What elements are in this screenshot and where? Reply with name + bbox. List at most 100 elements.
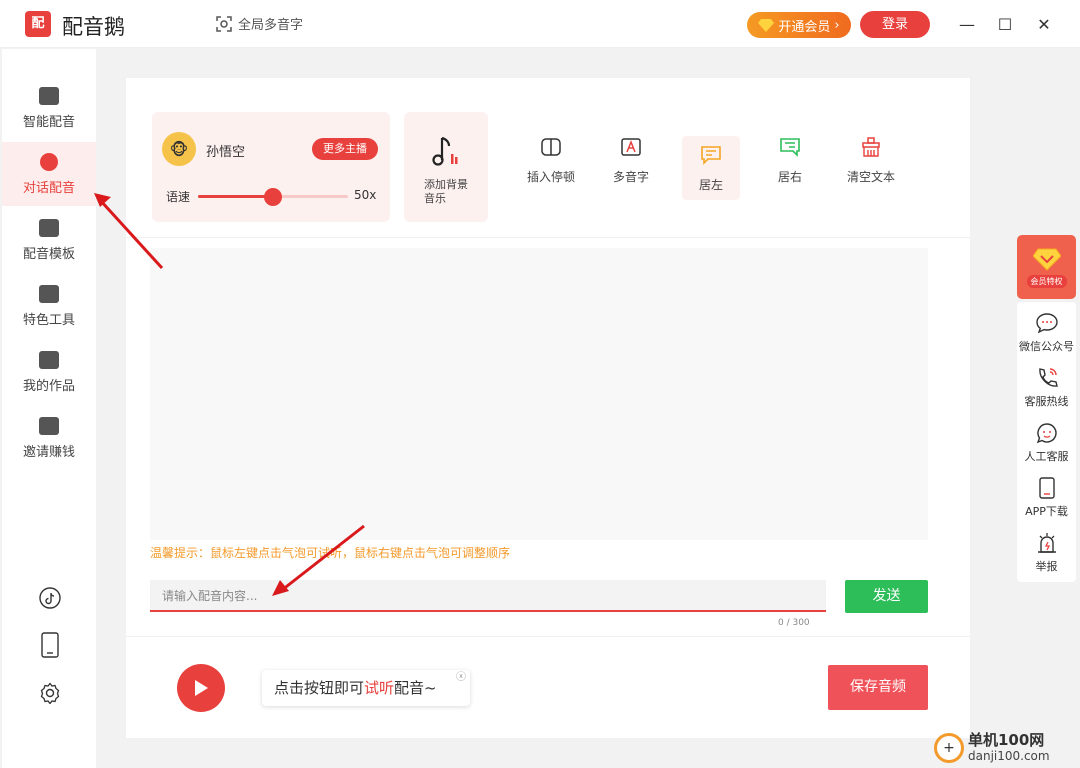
app-name: 配音鹅 <box>62 15 125 39</box>
voice-name: 孙悟空 <box>206 145 246 160</box>
service-hotline-button[interactable]: 客服热线 <box>1017 367 1076 409</box>
right-bar-label: 微信公众号 <box>1019 340 1074 353</box>
save-audio-button[interactable]: 保存音频 <box>828 665 928 710</box>
speed-slider-fill <box>198 195 273 198</box>
speed-slider-thumb[interactable] <box>264 188 282 206</box>
char-count: 0 / 300 <box>778 618 810 628</box>
folder-icon <box>39 350 59 369</box>
preview-tip-bubble: 点击按钮即可试听配音~ ⓧ <box>262 670 470 706</box>
divider <box>126 237 970 238</box>
sidebar-item-label: 智能配音 <box>22 114 75 130</box>
mobile-icon[interactable] <box>38 632 62 658</box>
align-right-button[interactable]: 居右 <box>774 136 806 200</box>
tool-label: 居左 <box>698 178 723 192</box>
speed-label: 语速 <box>166 190 191 204</box>
site-watermark: + 单机100网 danji100.com <box>934 728 1080 768</box>
align-left-bubble-icon <box>700 144 722 166</box>
right-bar-label: 人工客服 <box>1024 450 1069 463</box>
sidebar-item-invite-earn[interactable]: 邀请赚钱 <box>2 406 96 470</box>
sidebar-item-dubbing-template[interactable]: 配音模板 <box>2 208 96 272</box>
report-button[interactable]: 举报 <box>1017 532 1076 574</box>
add-bgm-button[interactable]: 添加背景音乐 <box>404 112 488 222</box>
global-polyphonic-button[interactable]: 全局多音字 <box>216 14 303 33</box>
tiktok-icon[interactable] <box>38 586 62 610</box>
watermark-name: 单机100网 <box>968 731 1045 749</box>
money-bag-icon <box>39 416 59 435</box>
human-service-button[interactable]: 人工客服 <box>1017 422 1076 464</box>
voice-avatar[interactable]: 🐵 <box>162 132 196 166</box>
close-icon[interactable]: ⓧ <box>456 660 466 696</box>
bubble-text: 点击按钮即可 <box>274 679 365 697</box>
more-anchors-button[interactable]: 更多主播 <box>312 138 378 160</box>
sidebar-item-label: 对话配音 <box>22 180 75 196</box>
watermark-url: danji100.com <box>968 749 1050 763</box>
wechat-official-button[interactable]: 微信公众号 <box>1017 312 1076 354</box>
scan-icon <box>216 15 232 32</box>
mobile-icon <box>1038 477 1055 499</box>
settings-gear-icon[interactable] <box>38 681 62 705</box>
play-icon <box>195 680 208 696</box>
diamond-icon <box>1032 248 1061 271</box>
alert-icon <box>1037 533 1056 553</box>
polyphonic-icon <box>620 136 642 158</box>
polyphonic-label: 全局多音字 <box>238 18 304 33</box>
dubbing-content-input[interactable]: 请输入配音内容... <box>150 580 826 612</box>
template-icon <box>39 218 59 237</box>
right-float-bar: 微信公众号 客服热线 人工客服 APP下载 举报 <box>1017 302 1076 582</box>
polyphonic-button[interactable]: 多音字 <box>610 136 652 200</box>
sidebar: 智能配音 对话配音 配音模板 特色工具 我的作品 邀请赚钱 <box>2 49 96 768</box>
align-right-bubble-icon <box>779 136 801 158</box>
clear-text-button[interactable]: 清空文本 <box>842 136 900 200</box>
align-left-button[interactable]: 居左 <box>682 136 740 200</box>
minimize-button[interactable]: — <box>957 14 977 34</box>
tool-label: 插入停顿 <box>526 170 575 184</box>
wechat-icon <box>1035 313 1058 334</box>
sidebar-item-label: 我的作品 <box>22 378 75 394</box>
sidebar-item-label: 邀请赚钱 <box>22 444 75 460</box>
close-button[interactable]: ✕ <box>1034 14 1054 34</box>
phone-icon <box>1038 368 1058 387</box>
right-bar-label: 举报 <box>1035 560 1058 573</box>
chat-icon <box>1036 423 1057 444</box>
play-button[interactable] <box>177 664 225 712</box>
clear-icon <box>860 136 882 158</box>
bubble-text: 配音~ <box>394 679 437 697</box>
users-icon <box>40 152 58 171</box>
app-download-button[interactable]: APP下载 <box>1017 477 1076 519</box>
toolbox-icon <box>39 284 59 303</box>
pause-icon <box>540 136 562 158</box>
dialogue-area[interactable] <box>150 248 928 540</box>
speaker-icon <box>39 86 59 105</box>
voice-card: 🐵 孙悟空 更多主播 语速 50x <box>152 112 390 222</box>
title-bar: 配 配音鹅 全局多音字 开通会员 › 登录 — ☐ ✕ <box>0 0 1080 48</box>
tool-label: 多音字 <box>612 170 649 184</box>
tool-label: 清空文本 <box>846 170 895 184</box>
sidebar-item-label: 特色工具 <box>22 312 75 328</box>
vip-label: 开通会员 <box>778 19 831 35</box>
insert-pause-button[interactable]: 插入停顿 <box>524 136 578 200</box>
dubbing-panel: 🐵 孙悟空 更多主播 语速 50x 添加背景音乐 插入停顿 多音字 居左 居右 … <box>126 78 970 738</box>
chevron-right-icon: › <box>834 17 840 33</box>
watermark-logo: + <box>934 733 964 763</box>
speed-value: 50x <box>354 188 377 202</box>
sidebar-item-label: 配音模板 <box>22 246 75 262</box>
send-button[interactable]: 发送 <box>845 580 928 613</box>
sidebar-item-my-works[interactable]: 我的作品 <box>2 340 96 404</box>
divider <box>126 636 970 637</box>
diamond-icon <box>758 19 775 32</box>
music-note-icon <box>432 136 458 166</box>
bgm-label: 添加背景音乐 <box>424 178 468 205</box>
maximize-button[interactable]: ☐ <box>995 14 1015 34</box>
open-vip-button[interactable]: 开通会员 › <box>747 12 851 38</box>
login-button[interactable]: 登录 <box>860 11 930 38</box>
app-logo: 配 <box>25 11 51 37</box>
right-bar-label: APP下载 <box>1025 505 1068 518</box>
tool-label: 居右 <box>777 170 802 184</box>
bubble-highlight: 试听 <box>364 679 395 697</box>
sidebar-item-smart-dubbing[interactable]: 智能配音 <box>2 76 96 140</box>
sidebar-item-featured-tools[interactable]: 特色工具 <box>2 274 96 338</box>
vip-privilege-button[interactable]: 会员特权 <box>1017 235 1076 299</box>
right-bar-label: 客服热线 <box>1024 395 1069 408</box>
hint-text: 温馨提示：鼠标左键点击气泡可试听，鼠标右键点击气泡可调整顺序 <box>150 546 511 560</box>
sidebar-item-dialogue-dubbing[interactable]: 对话配音 <box>2 142 96 206</box>
